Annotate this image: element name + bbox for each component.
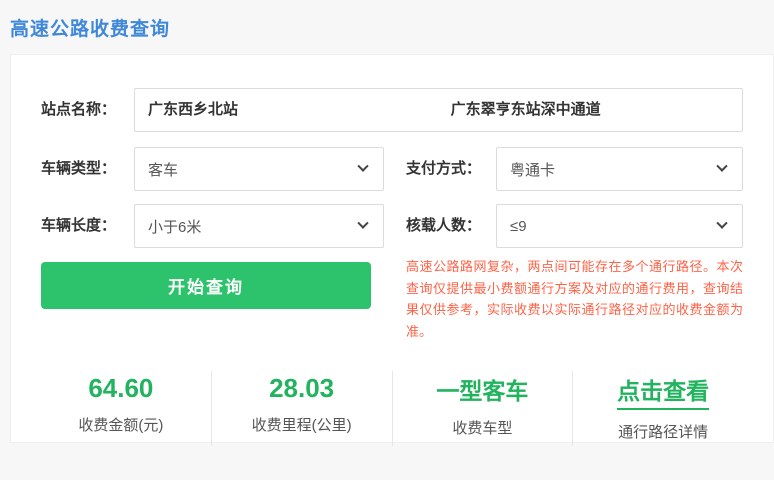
query-notice: 高速公路路网复杂，两点间可能存在多个通行路径。本次查询仅提供最小费额通行方案及对…: [406, 259, 743, 339]
toll-distance-value: 28.03: [269, 373, 335, 403]
chevron-down-icon: [357, 160, 369, 172]
station-to-value[interactable]: 广东翠亨东站深中通道: [451, 89, 601, 131]
result-route-details: 点击查看 通行路径详情: [572, 371, 753, 446]
chevron-down-icon: [357, 217, 369, 229]
vehicle-length-label: 车辆长度：: [41, 217, 117, 234]
station-input[interactable]: 广东西乡北站 广东翠亨东站深中通道: [134, 88, 743, 132]
result-toll-amount: 64.60 收费金额(元): [31, 371, 211, 446]
passenger-capacity-group: 核载人数： ≤9: [406, 204, 743, 248]
vehicle-length-select[interactable]: 小于6米: [134, 204, 384, 248]
payment-method-label: 支付方式：: [406, 160, 482, 177]
route-details-link[interactable]: 点击查看: [617, 373, 710, 410]
vehicle-type-select[interactable]: 客车: [134, 147, 384, 191]
payment-method-group: 支付方式： 粤通卡: [406, 147, 743, 191]
payment-method-value: 粤通卡: [510, 161, 556, 179]
station-row: 站点名称： 广东西乡北站 广东翠亨东站深中通道: [41, 88, 743, 132]
start-query-button[interactable]: 开始查询: [41, 262, 371, 309]
vehicle-type-label: 车辆类型：: [41, 160, 117, 177]
action-row: 开始查询 高速公路路网复杂，两点间可能存在多个通行路径。本次查询仅提供最小费额通…: [41, 259, 743, 342]
station-from-value[interactable]: 广东西乡北站: [148, 89, 238, 131]
results-row: 64.60 收费金额(元) 28.03 收费里程(公里) 一型客车 收费车型 点…: [31, 371, 753, 446]
vehicle-length-value: 小于6米: [148, 218, 202, 236]
vehicle-class-label: 收费车型: [452, 420, 513, 437]
query-form-card: 站点名称： 广东西乡北站 广东翠亨东站深中通道 车辆类型： 客车 支付方式： 粤…: [10, 54, 774, 446]
vehicle-type-value: 客车: [148, 161, 179, 179]
passenger-capacity-value: ≤9: [510, 217, 527, 235]
result-vehicle-class: 一型客车 收费车型: [391, 371, 573, 446]
passenger-capacity-select[interactable]: ≤9: [496, 204, 743, 248]
vehicle-class-value: 一型客车: [436, 378, 529, 404]
result-toll-distance: 28.03 收费里程(公里): [210, 371, 392, 446]
chevron-down-icon: [716, 160, 728, 172]
length-passenger-row: 车辆长度： 小于6米 核载人数： ≤9: [41, 204, 743, 248]
chevron-down-icon: [716, 217, 728, 229]
payment-method-select[interactable]: 粤通卡: [496, 147, 743, 191]
station-name-label: 站点名称：: [41, 101, 117, 118]
route-details-label: 通行路径详情: [618, 424, 709, 441]
vehicle-payment-row: 车辆类型： 客车 支付方式： 粤通卡: [41, 147, 743, 191]
toll-amount-label: 收费金额(元): [78, 417, 164, 434]
passenger-capacity-label: 核载人数：: [406, 217, 482, 234]
toll-amount-value: 64.60: [88, 373, 154, 403]
toll-distance-label: 收费里程(公里): [251, 417, 352, 434]
page-title: 高速公路收费查询: [10, 19, 171, 40]
vehicle-type-group: 车辆类型： 客车: [41, 147, 384, 191]
vehicle-length-group: 车辆长度： 小于6米: [41, 204, 384, 248]
